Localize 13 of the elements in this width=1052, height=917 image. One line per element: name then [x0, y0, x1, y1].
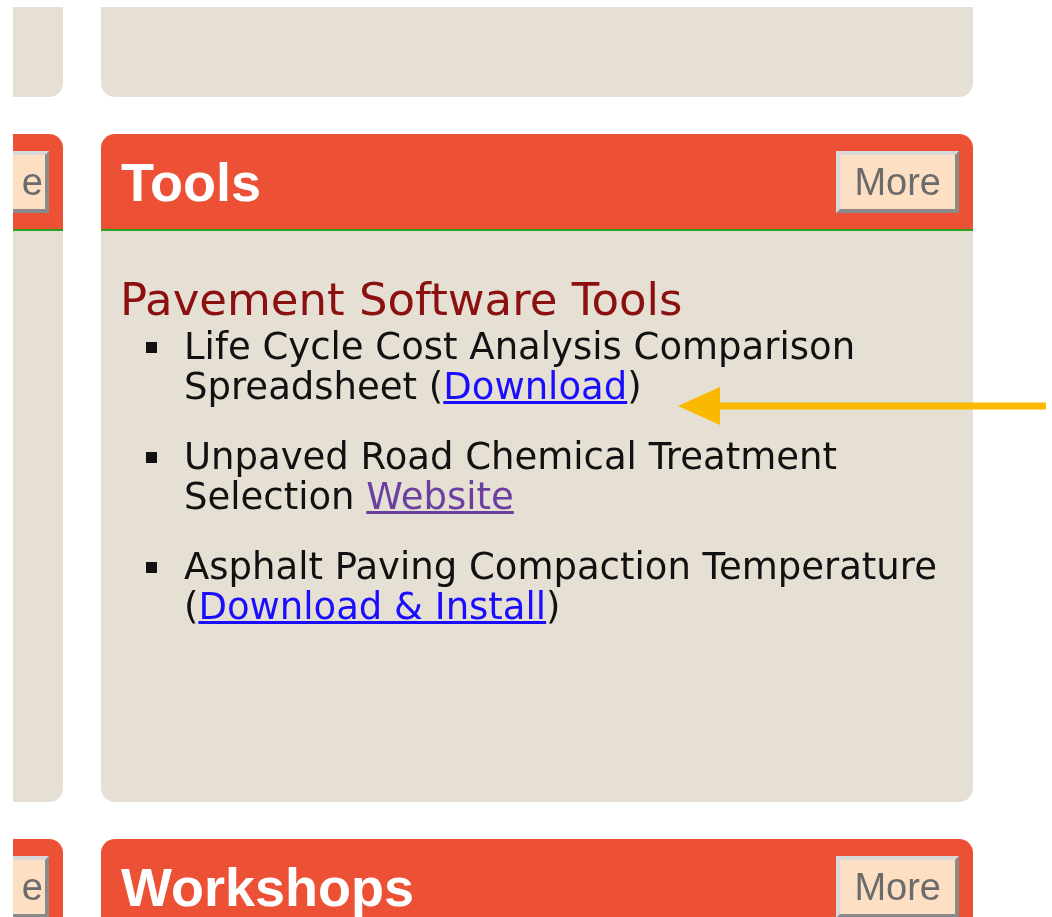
- more-button[interactable]: More: [836, 150, 959, 213]
- bullet-icon: [146, 342, 157, 353]
- more-button[interactable]: e: [13, 855, 49, 917]
- more-button[interactable]: More: [836, 855, 959, 917]
- bullet-icon: [146, 562, 157, 573]
- section-heading: Pavement Software Tools: [120, 277, 684, 323]
- list-item: Unpaved Road Chemical Treatment Selection Website: [184, 437, 838, 517]
- list-item: Asphalt Paving Compaction Temperature (Download & Install): [184, 547, 938, 627]
- panel-title: Tools: [121, 154, 261, 209]
- more-button[interactable]: e: [13, 150, 49, 213]
- link[interactable]: Website: [366, 475, 514, 518]
- list-item: Life Cycle Cost Analysis Comparison Spreadsheet (Download): [184, 327, 857, 407]
- bullet-icon: [146, 452, 157, 463]
